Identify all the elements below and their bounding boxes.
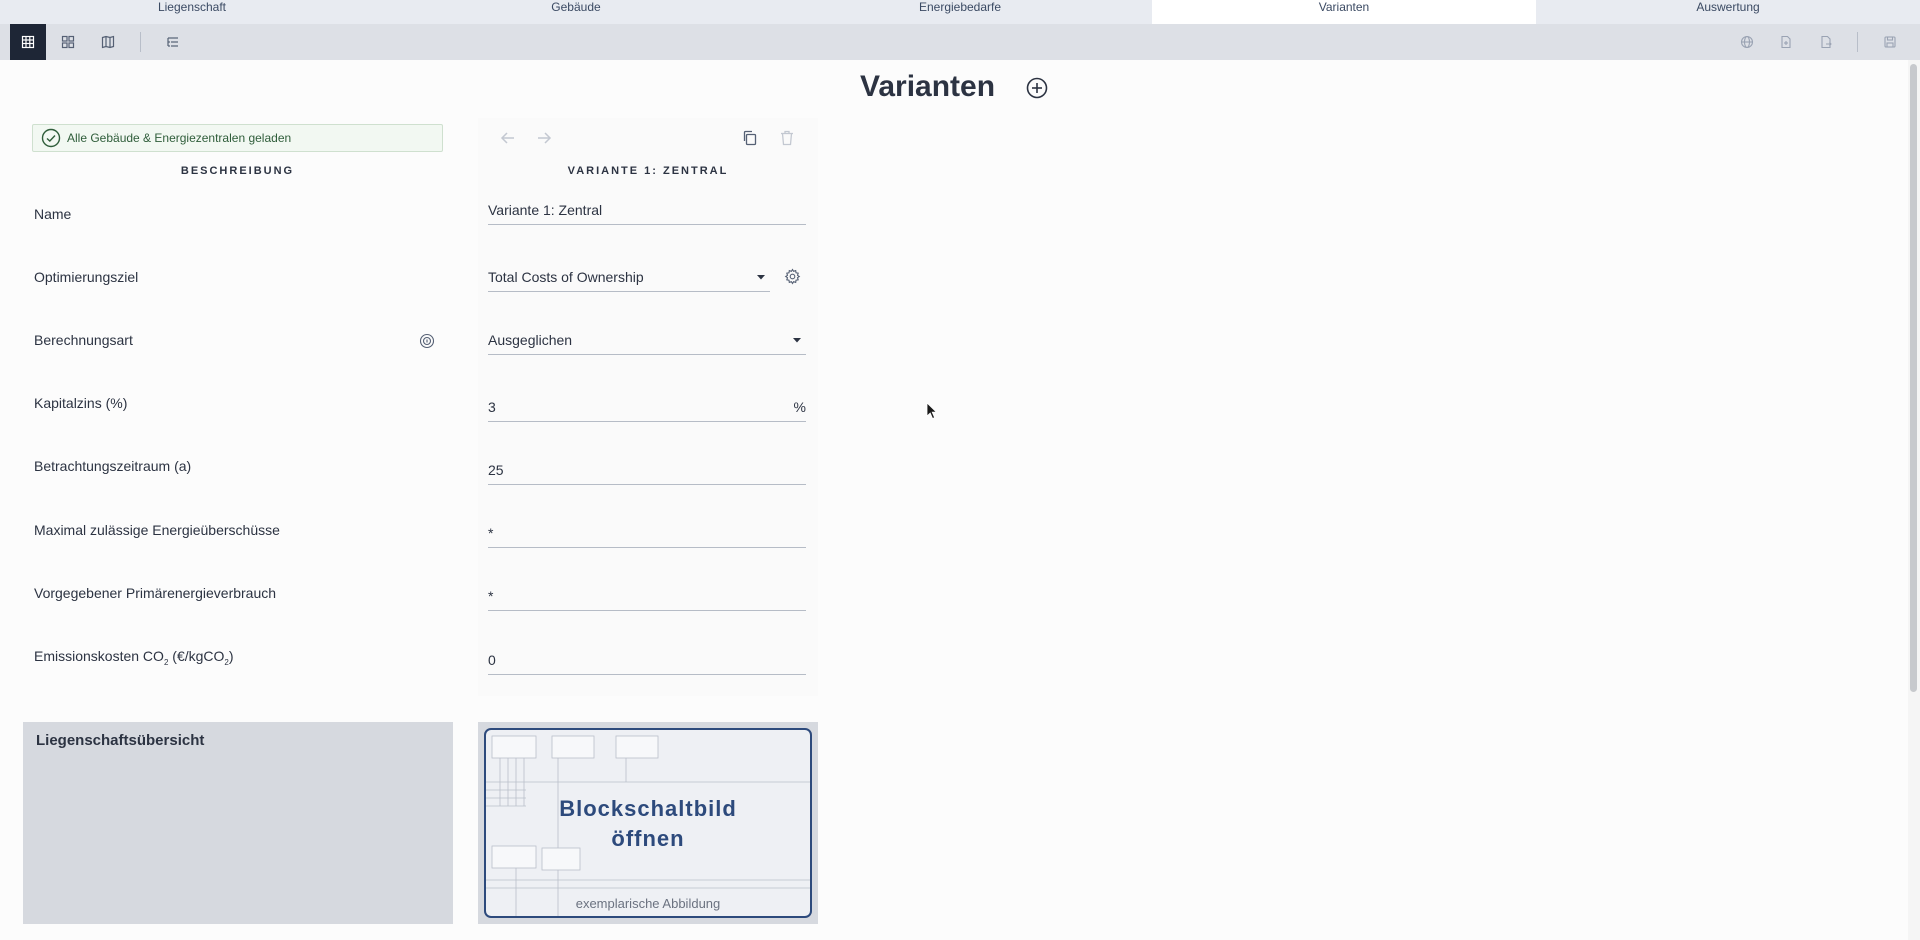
save-icon[interactable]	[1872, 24, 1908, 60]
grid-view-icon[interactable]	[50, 24, 86, 60]
arrow-left-icon[interactable]	[498, 128, 518, 148]
name-value: Variante 1: Zentral	[488, 201, 603, 218]
optimierungsziel-value: Total Costs of Ownership	[488, 268, 644, 285]
toolbar-divider-right	[1857, 32, 1858, 52]
list-settings-icon[interactable]	[155, 24, 191, 60]
kapitalzins-value: 3	[488, 398, 496, 415]
blockschaltbild-title: Blockschaltbild öffnen	[486, 794, 810, 854]
document-icon[interactable]	[1768, 24, 1804, 60]
emissionskosten-value: 0	[488, 651, 496, 668]
label-kapitalzins: Kapitalzins (%)	[34, 395, 128, 411]
caret-down-icon	[754, 270, 768, 284]
variant-header: VARIANTE 1: ZENTRAL	[567, 165, 729, 177]
tab-energiebedarfe[interactable]: Energiebedarfe	[768, 0, 1152, 24]
copy-icon[interactable]	[741, 129, 759, 147]
caret-down-icon	[790, 333, 804, 347]
arrow-right-icon[interactable]	[534, 128, 554, 148]
label-optimierungsziel: Optimierungsziel	[34, 269, 139, 285]
scrollbar-thumb[interactable]	[1910, 64, 1917, 692]
label-betrachtungszeitraum: Betrachtungszeitraum (a)	[34, 458, 192, 474]
tab-liegenschaft[interactable]: Liegenschaft	[0, 0, 384, 24]
overview-title: Liegenschaftsübersicht	[36, 732, 205, 749]
kapitalzins-input[interactable]: 3 %	[488, 392, 806, 422]
tab-gebaeude[interactable]: Gebäude	[384, 0, 768, 24]
check-circle-icon	[41, 128, 61, 148]
globe-icon[interactable]	[1729, 24, 1765, 60]
info-icon[interactable]	[419, 333, 435, 349]
tab-varianten[interactable]: Varianten	[1152, 0, 1536, 24]
berechnungsart-value: Ausgeglichen	[488, 331, 573, 348]
emission-label-base: Emissionskosten CO	[34, 648, 164, 664]
status-text: Alle Gebäude & Energiezentralen geladen	[67, 131, 292, 145]
main-tabs: Liegenschaft Gebäude Energiebedarfe Vari…	[0, 0, 1920, 24]
label-berechnungsart: Berechnungsart	[34, 332, 133, 348]
toolbar-divider	[140, 32, 141, 52]
primaerenergieverbrauch-input[interactable]: *	[488, 581, 806, 611]
label-primaerenergieverbrauch: Vorgegebener Primärenergieverbrauch	[34, 585, 277, 601]
blockschaltbild-caption: exemplarische Abbildung	[575, 896, 721, 911]
berechnungsart-select[interactable]: Ausgeglichen	[488, 325, 806, 355]
export-icon[interactable]	[1808, 24, 1844, 60]
primaerenergieverbrauch-value: *	[488, 587, 494, 604]
add-variant-icon[interactable]	[1026, 77, 1048, 99]
percent-suffix: %	[793, 398, 806, 415]
label-name: Name	[34, 206, 72, 222]
status-badge: Alle Gebäude & Energiezentralen geladen	[32, 124, 443, 152]
mouse-cursor-icon	[926, 402, 938, 420]
liegenschaftsuebersicht-card[interactable]: Liegenschaftsübersicht	[23, 722, 453, 924]
betrachtungszeitraum-input[interactable]: 25	[488, 455, 806, 485]
energieueberschuesse-value: *	[488, 524, 494, 541]
emission-label-mid: (€/kgCO	[168, 648, 225, 664]
energieueberschuesse-input[interactable]: *	[488, 518, 806, 548]
blockschaltbild-title-line2: öffnen	[611, 826, 685, 851]
name-field[interactable]: Variante 1: Zentral	[488, 195, 806, 225]
label-energieueberschuesse: Maximal zulässige Energieüberschüsse	[34, 522, 280, 538]
gear-icon[interactable]	[784, 268, 801, 285]
optimierungsziel-select[interactable]: Total Costs of Ownership	[488, 262, 770, 292]
blockschaltbild-card: Blockschaltbild öffnen exemplarische Abb…	[478, 722, 818, 924]
emission-label-end: )	[228, 648, 234, 664]
toolbar	[0, 24, 1920, 60]
description-header: BESCHREIBUNG	[180, 165, 295, 177]
table-view-icon[interactable]	[10, 24, 46, 60]
open-blockschaltbild-button[interactable]: Blockschaltbild öffnen exemplarische Abb…	[484, 728, 812, 918]
tab-auswertung[interactable]: Auswertung	[1536, 0, 1920, 24]
emissionskosten-input[interactable]: 0	[488, 645, 806, 675]
blockschaltbild-title-line1: Blockschaltbild	[559, 796, 737, 821]
page-title: Varianten	[860, 70, 996, 103]
map-view-icon[interactable]	[90, 24, 126, 60]
label-emissionskosten: Emissionskosten CO2 (€/kgCO2)	[34, 648, 234, 667]
betrachtungszeitraum-value: 25	[488, 461, 504, 478]
trash-icon[interactable]	[778, 129, 796, 147]
